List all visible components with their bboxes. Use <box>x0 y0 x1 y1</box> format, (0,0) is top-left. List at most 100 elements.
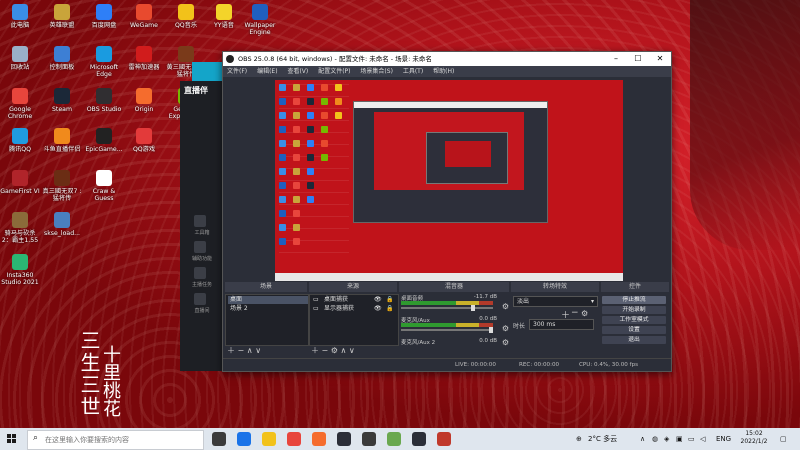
desktop-icon[interactable]: QQ音乐 <box>166 4 206 29</box>
menu-profile[interactable]: 配置文件(P) <box>318 68 350 75</box>
desktop-icon[interactable]: Microsoft Edge <box>84 46 124 78</box>
source-down-button[interactable]: ∨ <box>349 346 355 355</box>
windows-start-icon[interactable] <box>7 434 17 444</box>
transition-gear-icon[interactable]: ⚙ <box>581 309 588 318</box>
desktop-icon[interactable]: YY语音 <box>204 4 244 29</box>
remove-scene-button[interactable]: − <box>238 346 245 355</box>
desktop-icon[interactable]: Craw & Guess <box>84 170 124 202</box>
menu-edit[interactable]: 编辑(E) <box>257 68 277 75</box>
desktop-icon[interactable]: 控制面板 <box>42 46 82 71</box>
menu-tools[interactable]: 工具(T) <box>403 68 423 75</box>
start-recording-button[interactable]: 开始录制 <box>602 306 666 314</box>
scene-up-button[interactable]: ∧ <box>247 346 253 355</box>
desktop-icon[interactable]: WeGame <box>124 4 164 29</box>
desktop-icon[interactable]: EpicGame... <box>84 128 124 153</box>
stream-app-item-assist[interactable]: 辅助功能 <box>180 255 224 262</box>
transition-select[interactable]: 淡出 ▾ <box>513 296 598 307</box>
stream-app-item-tasks[interactable]: 主播任务 <box>180 281 224 288</box>
remove-transition-button[interactable]: − <box>571 308 579 318</box>
desktop-icon[interactable]: 此电脑 <box>0 4 40 29</box>
taskbar-app-icon[interactable] <box>262 432 276 446</box>
desktop-icon[interactable]: 骑马与砍杀2：霸主1.55 <box>0 212 40 244</box>
volume-slider[interactable] <box>401 307 493 309</box>
studio-mode-button[interactable]: 工作室模式 <box>602 316 666 324</box>
stream-app-item-toolbox[interactable]: 工具箱 <box>180 229 224 236</box>
mixer-gear-icon[interactable]: ⚙ <box>502 338 509 347</box>
desktop-icon[interactable]: 雷神加速器 <box>124 46 164 71</box>
maximize-button[interactable]: ☐ <box>627 52 649 66</box>
tray-app-icon[interactable]: ◈ <box>664 428 669 450</box>
source-up-button[interactable]: ∧ <box>341 346 347 355</box>
desktop-icon[interactable]: OBS Studio <box>84 88 124 113</box>
desktop-icon[interactable]: Wallpaper Engine <box>240 4 280 36</box>
desktop-icon[interactable]: 腾讯QQ <box>0 128 40 153</box>
taskbar-app-icon[interactable] <box>312 432 326 446</box>
menu-scene-collection[interactable]: 场景集合(S) <box>360 68 393 75</box>
room-icon[interactable] <box>194 293 206 305</box>
volume-slider[interactable] <box>401 329 493 331</box>
desktop-icon[interactable]: Origin <box>124 88 164 113</box>
taskbar-app-icon[interactable] <box>337 432 351 446</box>
remove-source-button[interactable]: − <box>322 346 329 355</box>
scene-down-button[interactable]: ∨ <box>255 346 261 355</box>
desktop-icon[interactable]: 真三國无双7 : 猛将传 <box>42 170 82 202</box>
desktop-icon[interactable]: 斗鱼直播伴侣 <box>42 128 82 153</box>
taskbar-clock[interactable]: 15:02 2022/1/2 <box>738 430 770 446</box>
taskbar-app-icon[interactable] <box>412 432 426 446</box>
taskbar-app-icon[interactable] <box>437 432 451 446</box>
source-settings-gear-icon[interactable]: ⚙ <box>331 346 338 355</box>
menu-file[interactable]: 文件(F) <box>227 68 247 75</box>
tray-app-icon[interactable]: ▣ <box>676 428 683 450</box>
volume-slider-handle[interactable] <box>489 327 493 333</box>
notification-icon[interactable]: ▢ <box>780 428 787 450</box>
user-icon[interactable]: ⊕ <box>576 428 582 450</box>
ime-indicator[interactable]: ENG <box>716 428 731 450</box>
network-icon[interactable]: ▭ <box>688 428 695 450</box>
add-source-button[interactable]: ＋ <box>311 346 319 355</box>
eye-icon[interactable]: 👁 <box>374 296 382 303</box>
obs-titlebar[interactable]: OBS 25.0.8 (64 bit, windows) - 配置文件: 未命名… <box>223 52 671 66</box>
search-input[interactable] <box>45 434 195 445</box>
close-button[interactable]: ✕ <box>649 52 671 66</box>
obs-preview-canvas[interactable] <box>275 80 623 281</box>
lock-icon[interactable]: 🔒 <box>386 296 393 303</box>
task-icon[interactable] <box>194 267 206 279</box>
scene-item-scene-2[interactable]: 场景 2 <box>228 305 308 313</box>
settings-button[interactable]: 设置 <box>602 326 666 334</box>
assist-icon[interactable] <box>194 241 206 253</box>
mixer-gear-icon[interactable]: ⚙ <box>502 324 509 333</box>
desktop-icon[interactable]: Steam <box>42 88 82 113</box>
minimize-button[interactable]: – <box>605 52 627 66</box>
eye-icon[interactable]: 👁 <box>374 305 382 312</box>
taskbar-app-icon[interactable] <box>237 432 251 446</box>
desktop-icon[interactable]: 百度网盘 <box>84 4 124 29</box>
stop-streaming-button[interactable]: 停止推流 <box>602 296 666 304</box>
exit-button[interactable]: 退出 <box>602 336 666 344</box>
desktop-icon[interactable]: 回收站 <box>0 46 40 71</box>
taskbar-app-icon[interactable] <box>362 432 376 446</box>
desktop-icon[interactable]: GameFirst VI <box>0 170 40 195</box>
desktop-icon[interactable]: Insta360 Studio 2021 <box>0 254 40 286</box>
tray-app-icon[interactable]: ◍ <box>652 428 658 450</box>
scene-item-desktop[interactable]: 桌面 <box>228 296 308 304</box>
taskbar-app-icon[interactable] <box>287 432 301 446</box>
toolbox-icon[interactable] <box>194 215 206 227</box>
volume-icon[interactable]: ◁ <box>700 428 705 450</box>
tray-chevron-up-icon[interactable]: ∧ <box>640 428 645 450</box>
menu-help[interactable]: 帮助(H) <box>433 68 454 75</box>
add-scene-button[interactable]: ＋ <box>227 346 235 355</box>
desktop-icon[interactable]: skse_load... <box>42 212 82 237</box>
taskbar-app-icon[interactable] <box>212 432 226 446</box>
taskbar-search[interactable]: ⌕ <box>27 430 204 450</box>
tray-weather[interactable]: 2°C 多云 <box>588 428 617 450</box>
duration-field[interactable]: 300 ms <box>529 319 594 330</box>
stream-app-item-room[interactable]: 直播间 <box>180 307 224 314</box>
desktop-icon[interactable]: 英雄联盟 <box>42 4 82 29</box>
mixer-gear-icon[interactable]: ⚙ <box>502 302 509 311</box>
desktop-icon[interactable]: QQ游戏 <box>124 128 164 153</box>
menu-view[interactable]: 查看(V) <box>287 68 308 75</box>
desktop-icon[interactable]: Google Chrome <box>0 88 40 120</box>
volume-slider-handle[interactable] <box>471 305 475 311</box>
lock-icon[interactable]: 🔒 <box>386 305 393 312</box>
taskbar-app-icon[interactable] <box>387 432 401 446</box>
